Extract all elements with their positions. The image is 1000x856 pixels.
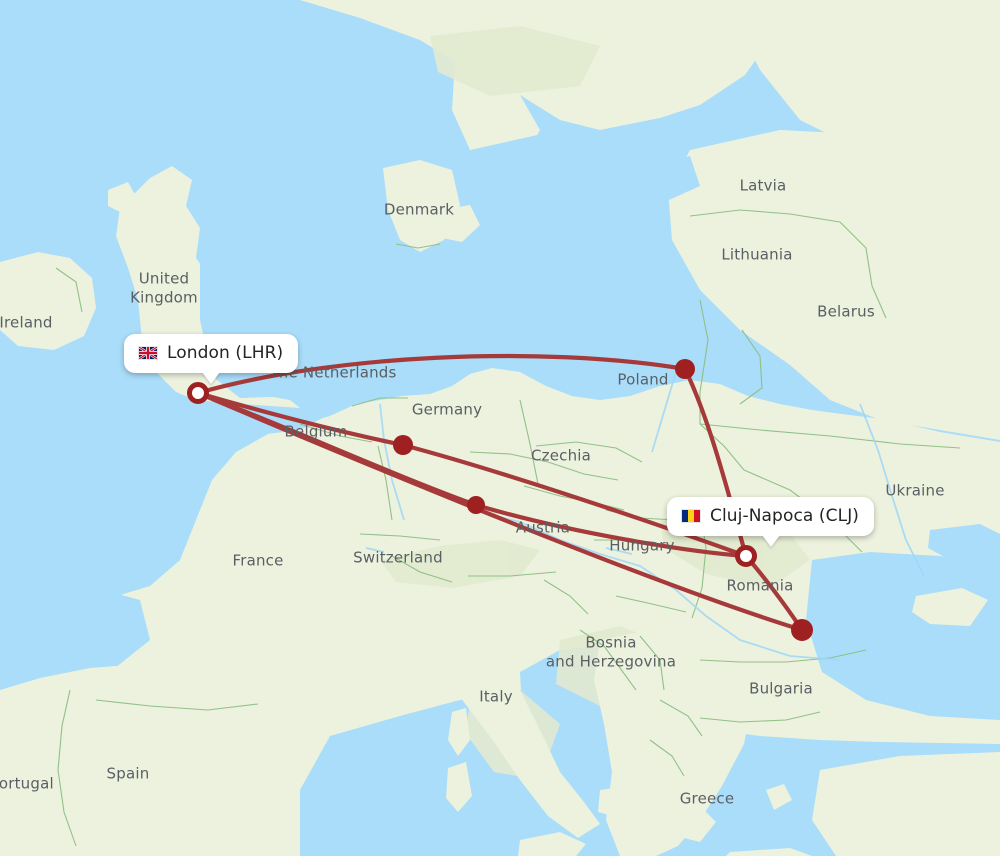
map-canvas <box>0 0 1000 856</box>
callout-cluj-napoca[interactable]: Cluj-Napoca (CLJ) <box>667 497 875 547</box>
cluj-endpoint-marker[interactable] <box>735 545 757 567</box>
bucharest-stop-dot[interactable] <box>791 619 813 641</box>
gb-flag-icon <box>138 346 158 360</box>
callout-cluj-tail <box>761 535 780 547</box>
frankfurt-stop-dot[interactable] <box>393 435 413 455</box>
munich-stop-dot[interactable] <box>467 496 485 514</box>
callout-london-tail <box>202 372 221 384</box>
warsaw-stop-dot[interactable] <box>675 359 695 379</box>
flight-route-map[interactable]: Ireland United Kingdom Denmark Latvia Li… <box>0 0 1000 856</box>
callout-london[interactable]: London (LHR) <box>124 334 299 384</box>
callout-london-label: London (LHR) <box>167 343 284 363</box>
ro-flag-icon <box>681 509 701 523</box>
land-turkey <box>812 752 1000 856</box>
london-endpoint-marker[interactable] <box>187 382 209 404</box>
callout-cluj-label: Cluj-Napoca (CLJ) <box>710 506 860 526</box>
land-iberia <box>0 664 300 856</box>
